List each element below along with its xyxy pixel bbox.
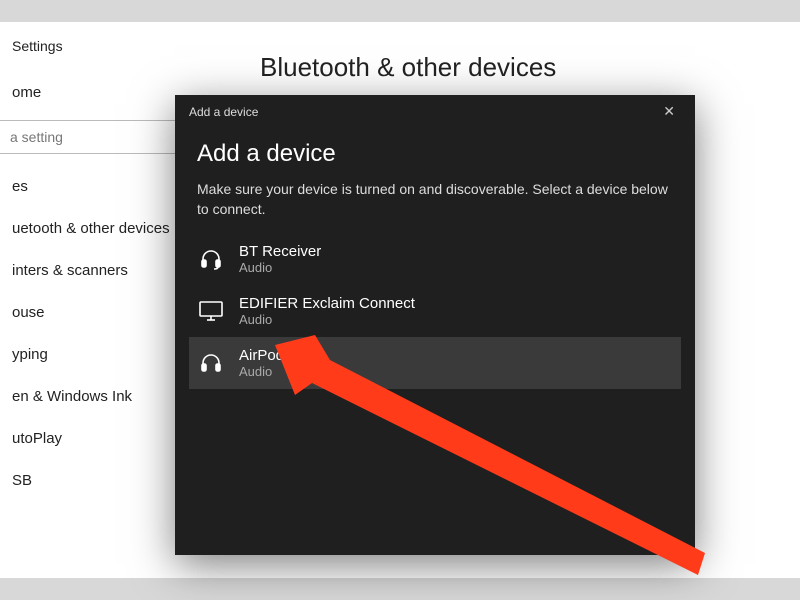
page-title: Bluetooth & other devices [260,52,770,83]
headphones-icon [197,349,225,377]
device-name: BT Receiver [239,243,321,260]
device-type: Audio [239,364,292,379]
dialog-subtext: Make sure your device is turned on and d… [197,180,673,219]
device-name: AirPods [239,347,292,364]
dialog-heading: Add a device [197,140,673,168]
device-item-edifier[interactable]: EDIFIER Exclaim Connect Audio [189,285,681,337]
dialog-titlebar-text: Add a device [189,105,258,119]
add-device-dialog: Add a device ✕ Add a device Make sure yo… [175,95,695,555]
device-name: EDIFIER Exclaim Connect [239,295,415,312]
close-icon[interactable]: ✕ [655,101,683,122]
device-item-airpods[interactable]: AirPods Audio [189,337,681,389]
device-type: Audio [239,312,415,327]
device-type: Audio [239,260,321,275]
settings-app-title: Settings [0,32,230,72]
device-item-bt-receiver[interactable]: BT Receiver Audio [189,233,681,285]
monitor-icon [197,297,225,325]
headset-icon [197,245,225,273]
dialog-titlebar: Add a device ✕ [175,95,695,124]
